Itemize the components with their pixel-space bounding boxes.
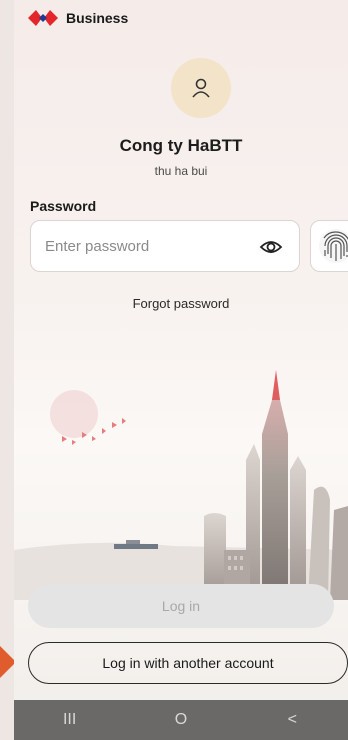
brand-name: Business: [66, 10, 129, 26]
user-icon: [192, 78, 210, 98]
home-button[interactable]: O: [161, 705, 201, 735]
password-field-container: [30, 220, 300, 272]
back-button[interactable]: <: [272, 705, 312, 735]
fingerprint-icon: [319, 229, 348, 263]
app-header: Business: [28, 8, 128, 28]
show-password-icon[interactable]: [259, 236, 283, 258]
company-name: Cong ty HaBTT: [119, 136, 243, 155]
login-button[interactable]: Log in: [28, 584, 334, 628]
brand-logo-icon: [28, 10, 58, 26]
city-skyline-illustration: [14, 370, 348, 600]
forgot-password-link[interactable]: Forgot password: [14, 296, 348, 311]
recent-apps-button[interactable]: III: [50, 705, 90, 735]
phone-screen: Business Cong ty HaBTT thu ha bui Passwo…: [14, 0, 348, 740]
user-name: thu ha bui: [154, 164, 208, 178]
fingerprint-button[interactable]: [310, 220, 348, 272]
system-navigation-bar: III O <: [14, 700, 348, 740]
password-input[interactable]: [31, 237, 251, 255]
avatar: [171, 58, 231, 118]
password-label: Password: [30, 198, 97, 214]
login-another-account-button[interactable]: Log in with another account: [28, 642, 348, 684]
